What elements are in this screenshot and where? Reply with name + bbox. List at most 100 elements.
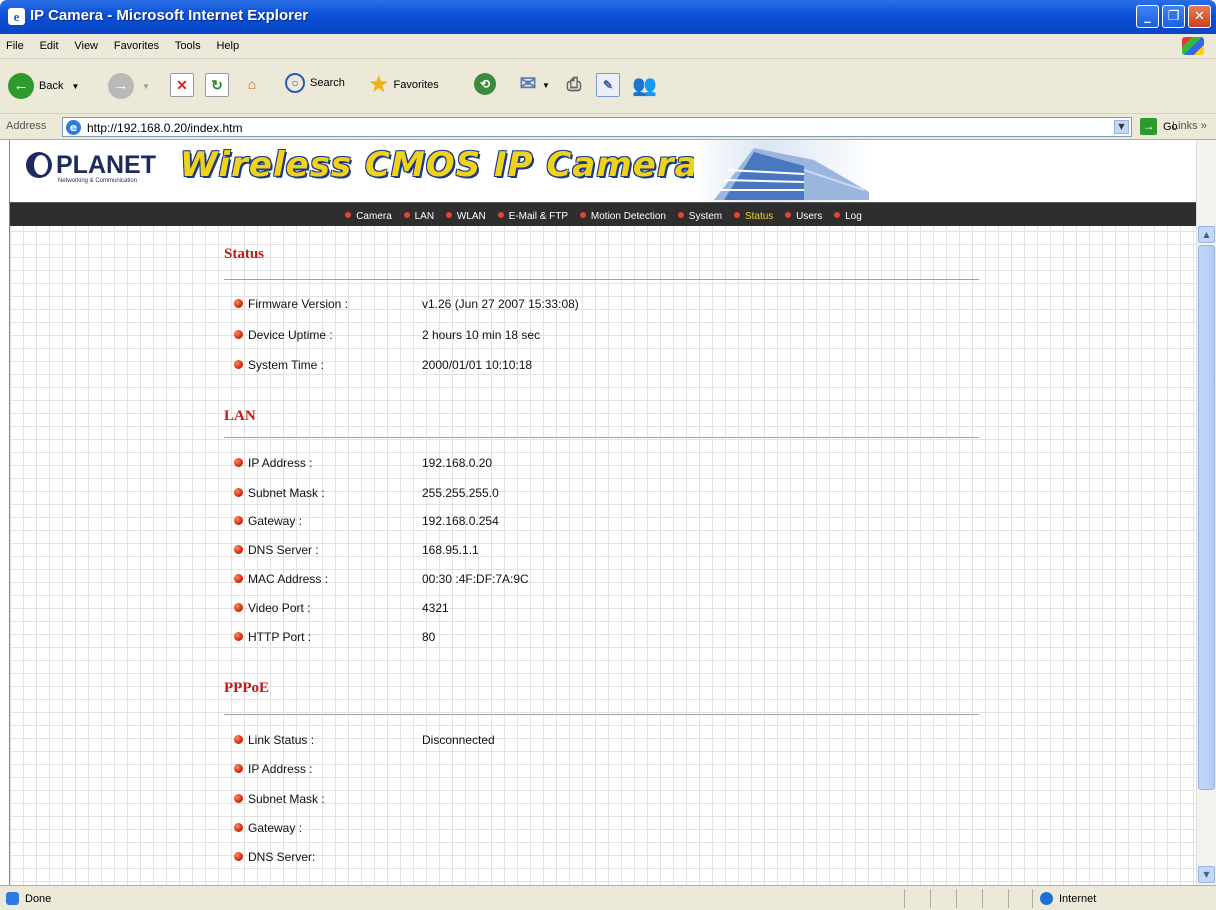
menu-bar: File Edit View Favorites Tools Help: [0, 34, 1216, 59]
nav-bullet-icon: [445, 212, 452, 218]
bullet-icon: [234, 545, 243, 554]
back-button[interactable]: ← Back ▼: [8, 73, 79, 99]
nav-log-label: Log: [845, 211, 862, 222]
scroll-down-button[interactable]: ▼: [1198, 866, 1215, 883]
menu-tools[interactable]: Tools: [169, 34, 207, 52]
row-value: v1.26 (Jun 27 2007 15:33:08): [422, 297, 579, 311]
section-divider: [224, 714, 979, 716]
menu-help[interactable]: Help: [210, 34, 245, 52]
section-title-lan: LAN: [224, 408, 256, 424]
nav-lan[interactable]: LAN: [403, 211, 435, 222]
row-label: Gateway :: [248, 821, 303, 835]
back-label: Back: [39, 80, 64, 92]
favorites-label: Favorites: [393, 79, 439, 91]
nav-bullet-icon: [677, 212, 684, 218]
status-divider: [904, 889, 905, 908]
vertical-scrollbar[interactable]: ▲ ▼: [1196, 140, 1216, 885]
close-button[interactable]: ✕: [1188, 5, 1211, 28]
favorites-button[interactable]: ★ Favorites: [368, 73, 439, 97]
menu-view[interactable]: View: [68, 34, 104, 52]
nav-bullet-icon: [345, 212, 352, 218]
row-value: Disconnected: [422, 733, 495, 747]
history-button[interactable]: ⟲: [474, 73, 496, 95]
nav-users-label: Users: [796, 211, 823, 222]
zone-label: Internet: [1059, 892, 1097, 905]
status-bar: Done Internet: [0, 885, 1216, 910]
nav-log[interactable]: Log: [834, 211, 862, 222]
scroll-up-button[interactable]: ▲: [1198, 226, 1215, 243]
links-button[interactable]: Links »: [1172, 120, 1207, 132]
go-arrow-icon: →: [1140, 118, 1157, 135]
row-label: DNS Server :: [248, 543, 319, 557]
mail-button[interactable]: ✉ ▼: [516, 73, 550, 97]
section-divider: [224, 437, 979, 439]
row-label: System Time :: [248, 358, 325, 372]
building-graphic: [694, 140, 874, 202]
home-button[interactable]: ⌂: [240, 73, 264, 97]
status-divider: [1032, 889, 1033, 908]
nav-bullet-icon: [733, 212, 740, 218]
planet-swirl-icon: [26, 152, 52, 178]
messenger-button[interactable]: 👥: [632, 73, 657, 98]
nav-wlan[interactable]: WLAN: [445, 211, 486, 222]
nav-users[interactable]: Users: [785, 211, 822, 222]
planet-logo-subtext: Networking & Communication: [58, 178, 138, 184]
nav-menu: Camera LAN WLAN E-Mail & FTP Motion Dete…: [10, 202, 1196, 226]
row-value: 80: [422, 630, 436, 644]
history-icon: ⟲: [474, 73, 496, 95]
row-label: IP Address :: [248, 762, 313, 776]
nav-camera[interactable]: Camera: [345, 211, 392, 222]
page-content: PLANET Networking & Communication Wirele…: [9, 140, 1196, 885]
nav-bullet-icon: [403, 212, 410, 218]
stop-button[interactable]: ✕: [170, 73, 194, 97]
row-value: 2000/01/01 10:10:18: [422, 358, 533, 372]
nav-status[interactable]: Status: [733, 211, 773, 222]
nav-bullet-icon: [785, 212, 792, 218]
address-input[interactable]: e http://192.168.0.20/index.htm ▼: [62, 117, 1132, 137]
row-label: IP Address :: [248, 456, 313, 470]
minimize-button[interactable]: _: [1136, 5, 1159, 28]
menu-favorites[interactable]: Favorites: [108, 34, 165, 52]
home-icon: ⌂: [247, 76, 257, 92]
chevron-down-icon: ▼: [71, 81, 80, 91]
menu-edit[interactable]: Edit: [34, 34, 65, 52]
nav-system[interactable]: System: [677, 211, 722, 222]
row-value: 192.168.0.254: [422, 514, 499, 528]
window-titlebar[interactable]: e IP Camera - Microsoft Internet Explore…: [0, 0, 1216, 34]
address-url: http://192.168.0.20/index.htm: [87, 121, 243, 135]
edit-page-icon: ✎: [596, 73, 620, 97]
nav-motion-detection[interactable]: Motion Detection: [579, 211, 666, 222]
bullet-icon: [234, 823, 243, 832]
row-value: 4321: [422, 601, 449, 615]
row-value: 00:30 :4F:DF:7A:9C: [422, 572, 529, 586]
print-button[interactable]: ⎙: [562, 73, 586, 97]
row-label: Link Status :: [248, 733, 315, 747]
refresh-button[interactable]: ↻: [205, 73, 229, 97]
row-label: Subnet Mask :: [248, 792, 325, 806]
banner: PLANET Networking & Communication Wirele…: [10, 140, 1196, 202]
security-zone: Internet: [1040, 892, 1096, 905]
bullet-icon: [234, 852, 243, 861]
search-button[interactable]: ○ Search: [285, 73, 345, 93]
building-image: [714, 148, 869, 200]
nav-lan-label: LAN: [414, 211, 435, 222]
banner-title: Wireless CMOS IP Camera: [180, 145, 699, 185]
printer-icon: ⎙: [566, 74, 582, 94]
menu-file[interactable]: File: [0, 34, 30, 52]
row-value: 192.168.0.20: [422, 456, 493, 470]
edit-button[interactable]: ✎: [596, 73, 620, 97]
maximize-button[interactable]: ❐: [1162, 5, 1185, 28]
internet-globe-icon: [1040, 892, 1053, 905]
row-label: DNS Server:: [248, 850, 316, 864]
nav-wlan-label: WLAN: [456, 211, 486, 222]
address-dropdown-button[interactable]: ▼: [1114, 120, 1129, 134]
bullet-icon: [234, 632, 243, 641]
row-label: Subnet Mask :: [248, 486, 325, 500]
nav-email-ftp[interactable]: E-Mail & FTP: [497, 211, 568, 222]
bullet-icon: [234, 299, 243, 308]
planet-logo: PLANET Networking & Communication: [26, 152, 156, 184]
forward-button[interactable]: → ▼: [108, 73, 150, 99]
address-bar: Address e http://192.168.0.20/index.htm …: [0, 114, 1216, 140]
row-label: MAC Address :: [248, 572, 329, 586]
scroll-thumb[interactable]: [1198, 245, 1215, 790]
